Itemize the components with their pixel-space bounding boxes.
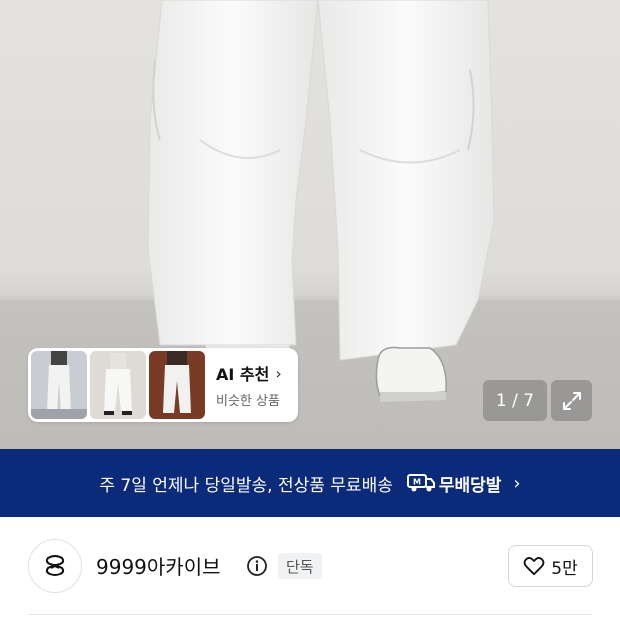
thumb-image-1 xyxy=(31,351,87,419)
expand-arrows-icon xyxy=(562,391,581,410)
banner-text: 주 7일 언제나 당일발송, 전상품 무료배송 xyxy=(99,475,393,496)
like-count: 5만 xyxy=(551,558,578,579)
section-divider xyxy=(28,614,592,615)
brand-name: 무배당발 xyxy=(438,475,502,496)
heart-icon xyxy=(523,557,545,576)
chevron-right-icon: › xyxy=(513,472,521,494)
recommend-thumb-3[interactable] xyxy=(149,351,205,419)
thumb-image-2 xyxy=(90,351,146,419)
ai-recommend-card[interactable]: AI 추천 › 비슷한 상품 xyxy=(28,348,298,422)
chevron-right-icon: › xyxy=(275,363,282,383)
ai-recommend-subtitle: 비슷한 상품 xyxy=(216,394,280,409)
store-info-row: 9999아카이브 단독 5만 xyxy=(0,517,620,612)
info-icon[interactable] xyxy=(246,555,268,577)
store-logo-icon xyxy=(45,555,65,576)
recommend-thumb-2[interactable] xyxy=(90,351,146,419)
ai-recommend-title-row: AI 추천 › xyxy=(216,361,282,385)
delivery-truck-icon: M xyxy=(406,474,435,492)
brand-logo: M 무배당발 xyxy=(406,471,502,496)
like-button[interactable]: 5만 xyxy=(508,545,593,587)
recommend-thumb-1[interactable] xyxy=(31,351,87,419)
store-name[interactable]: 9999아카이브 xyxy=(96,551,221,580)
svg-text:M: M xyxy=(413,478,421,487)
free-shipping-banner[interactable]: 주 7일 언제나 당일발송, 전상품 무료배송 M 무배당발 › xyxy=(0,449,620,517)
store-avatar[interactable] xyxy=(28,539,82,593)
product-image-gallery[interactable]: AI 추천 › 비슷한 상품 1 / 7 xyxy=(0,0,620,449)
exclusive-badge: 단독 xyxy=(278,553,322,579)
thumb-image-3 xyxy=(149,351,205,419)
expand-image-button[interactable] xyxy=(551,380,592,421)
ai-recommend-text[interactable]: AI 추천 › 비슷한 상품 xyxy=(216,361,282,410)
ai-recommend-title: AI 추천 xyxy=(216,365,270,384)
image-counter: 1 / 7 xyxy=(483,380,547,421)
